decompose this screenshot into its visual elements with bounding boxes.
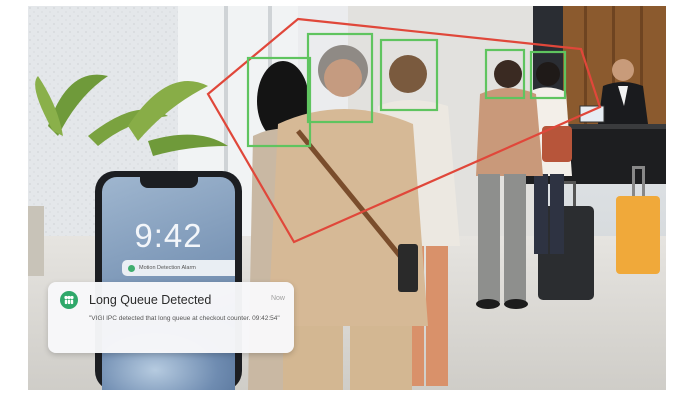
notification-time: Now [270,295,285,302]
long-queue-notification[interactable]: Long Queue Detected Now "VIGI IPC detect… [48,282,294,353]
notification-body: "VIGI IPC detected that long queue at ch… [89,315,280,322]
motion-alarm-notification[interactable]: Motion Detection Alarm [122,260,235,276]
phone-notch [140,177,198,188]
lock-screen-clock: 9:42 [134,217,203,254]
people-icon [60,291,78,309]
app-icon [128,264,135,272]
notification-title: Long Queue Detected [89,293,212,307]
smartphone: 9:42 Motion Detection Alarm [95,171,242,390]
scene-photo: 9:42 Motion Detection Alarm Long Queue D… [28,6,666,390]
motion-alarm-label: Motion Detection Alarm [139,265,196,271]
